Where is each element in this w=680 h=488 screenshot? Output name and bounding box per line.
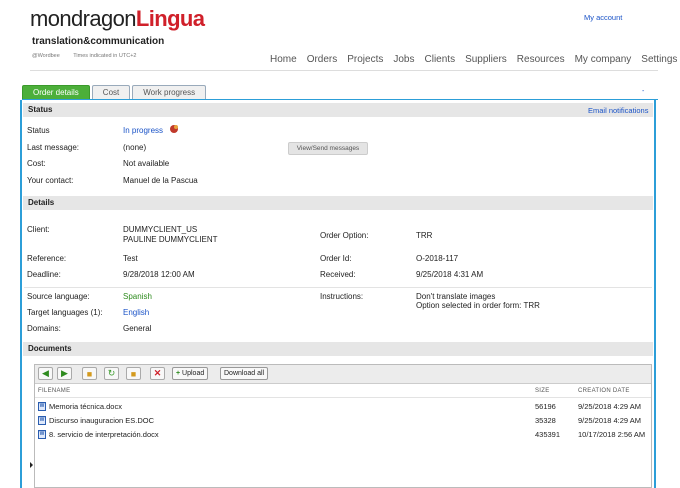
order-id-value: O-2018-117 <box>416 254 459 263</box>
target-language-value[interactable]: English <box>123 308 149 317</box>
sub-info: @Wordbee Times indicated in UTC+2 <box>32 53 148 59</box>
details-section-title: Details <box>28 198 55 207</box>
download-all-button[interactable]: Download all <box>220 367 269 380</box>
view-send-messages-button[interactable]: View/Send messages <box>288 142 368 155</box>
new-folder-icon[interactable]: ■ <box>126 367 141 380</box>
source-language-label: Source language: <box>27 292 90 301</box>
file-name[interactable]: Discurso inauguracion ES.DOC <box>49 416 154 425</box>
word-document-icon: W <box>38 430 46 439</box>
nav-orders[interactable]: Orders <box>307 54 338 65</box>
file-name[interactable]: Memoria técnica.docx <box>49 402 122 411</box>
sub-info-timezone: Times indicated in UTC+2 <box>73 53 137 59</box>
logo-text-brand: Lingua <box>135 6 205 31</box>
details-section-header: Details <box>23 196 653 210</box>
upload-button-label: Upload <box>182 370 205 377</box>
cost-value: Not available <box>123 159 170 168</box>
source-language-value: Spanish <box>123 292 152 301</box>
client-label: Client: <box>27 225 50 234</box>
plus-icon: + <box>176 370 181 377</box>
refresh-icon[interactable]: ↻ <box>104 367 119 380</box>
status-label: Status <box>27 126 50 135</box>
nav-suppliers[interactable]: Suppliers <box>465 54 507 65</box>
file-size: 35328 <box>535 416 556 425</box>
received-label: Received: <box>320 270 356 279</box>
contact-value: Manuel de la Pascua <box>123 176 198 185</box>
nav-my-company[interactable]: My company <box>575 54 632 65</box>
received-value: 9/25/2018 4:31 AM <box>416 270 484 279</box>
file-size: 56196 <box>535 402 556 411</box>
upload-button[interactable]: + Upload <box>172 367 209 380</box>
nav-divider <box>30 70 658 71</box>
email-notifications-link[interactable]: Email notifications <box>588 106 648 115</box>
logo-text-primary: mondragon <box>30 6 137 31</box>
my-account-link[interactable]: My account <box>584 13 622 22</box>
column-header-creation-date[interactable]: CREATION DATE <box>578 388 630 394</box>
sub-info-brand: @Wordbee <box>32 53 60 59</box>
tab-cost[interactable]: Cost <box>91 85 131 100</box>
forward-arrow-icon[interactable]: ▶ <box>57 367 72 380</box>
nav-projects[interactable]: Projects <box>347 54 383 65</box>
client-contact: PAULINE DUMMYCLIENT <box>123 235 218 244</box>
tagline: translation&communication <box>32 36 165 47</box>
column-header-filename[interactable]: FILENAME <box>38 388 70 394</box>
nav-home[interactable]: Home <box>270 54 297 65</box>
nav-jobs[interactable]: Jobs <box>393 54 414 65</box>
instructions-line-1: Don't translate images <box>416 292 496 301</box>
domains-value: General <box>123 324 152 333</box>
side-expand-arrow-icon[interactable] <box>30 462 33 468</box>
instructions-line-2: Option selected in order form: TRR <box>416 301 540 310</box>
file-size: 435391 <box>535 430 561 439</box>
tab-bar-marker: - <box>642 88 645 95</box>
deadline-label: Deadline: <box>27 270 61 279</box>
column-header-size[interactable]: SIZE <box>535 388 550 394</box>
status-indicator-icon <box>170 125 178 133</box>
documents-section-header: Documents <box>23 342 653 356</box>
domains-label: Domains: <box>27 324 61 333</box>
deadline-value: 9/28/2018 12:00 AM <box>123 270 195 279</box>
folder-up-icon[interactable]: ■ <box>82 367 97 380</box>
order-option-value: TRR <box>416 231 433 240</box>
nav-clients[interactable]: Clients <box>425 54 456 65</box>
last-message-value: (none) <box>123 143 147 152</box>
tab-work-progress[interactable]: Work progress <box>132 85 207 100</box>
reference-value: Test <box>123 254 138 263</box>
word-document-icon: W <box>38 402 46 411</box>
delete-icon[interactable]: ✕ <box>150 367 165 380</box>
word-document-icon: W <box>38 416 46 425</box>
tab-order-details[interactable]: Order details <box>22 85 90 100</box>
main-nav: Home Orders Projects Jobs Clients Suppli… <box>270 54 680 65</box>
tab-bar: Order details Cost Work progress <box>22 85 208 100</box>
file-date: 9/25/2018 4:29 AM <box>578 402 641 411</box>
grid-header-divider <box>35 397 651 398</box>
status-value: In progress <box>123 126 164 135</box>
reference-label: Reference: <box>27 254 67 263</box>
client-name: DUMMYCLIENT_US <box>123 225 198 234</box>
details-divider <box>24 287 652 288</box>
order-id-label: Order Id: <box>320 254 352 263</box>
status-section-title: Status <box>28 105 53 114</box>
file-date: 10/17/2018 2:56 AM <box>578 430 646 439</box>
nav-resources[interactable]: Resources <box>517 54 565 65</box>
documents-section-title: Documents <box>28 344 72 353</box>
nav-settings[interactable]: Settings <box>641 54 677 65</box>
order-option-label: Order Option: <box>320 231 369 240</box>
instructions-label: Instructions: <box>320 292 364 301</box>
company-logo: mondragonLingua <box>30 6 205 32</box>
file-date: 9/25/2018 4:29 AM <box>578 416 641 425</box>
target-languages-label: Target languages (1): <box>27 308 103 317</box>
file-name[interactable]: 8. servicio de interpretación.docx <box>49 430 159 439</box>
status-section-header: Status <box>23 103 653 117</box>
cost-label: Cost: <box>27 159 46 168</box>
contact-label: Your contact: <box>27 176 74 185</box>
last-message-label: Last message: <box>27 143 80 152</box>
back-arrow-icon[interactable]: ◀ <box>38 367 53 380</box>
